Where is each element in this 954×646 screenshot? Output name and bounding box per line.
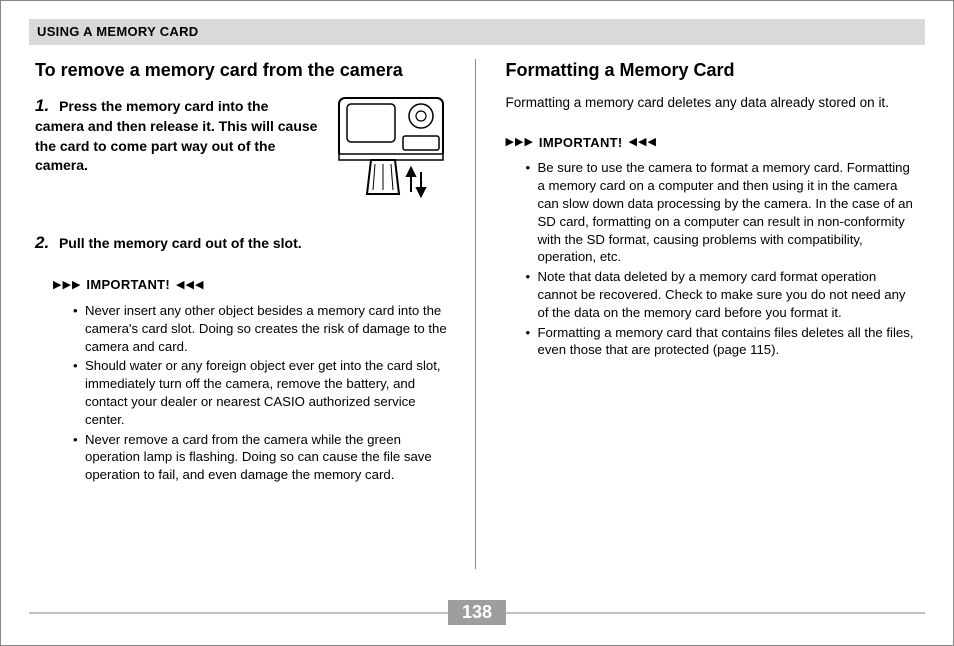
step-1: 1. Press the memory card into the camera… — [35, 94, 449, 204]
important-heading-left: ▶▶▶ IMPORTANT! ◀◀◀ — [53, 276, 449, 294]
triangle-right-icon: ▶▶▶ — [506, 137, 533, 148]
step-1-number: 1. — [35, 96, 49, 115]
two-column-layout: To remove a memory card from the camera … — [29, 59, 925, 569]
page-number: 138 — [448, 600, 506, 625]
left-bullet-list: Never insert any other object besides a … — [73, 302, 449, 484]
triangle-left-icon: ◀◀◀ — [629, 137, 656, 148]
important-heading-right: ▶▶▶ IMPORTANT! ◀◀◀ — [506, 134, 920, 152]
important-label-right: IMPORTANT! — [539, 134, 623, 152]
step-2-text: Pull the memory card out of the slot. — [59, 235, 302, 251]
step-2: 2. Pull the memory card out of the slot. — [35, 232, 449, 255]
step-1-text-block: 1. Press the memory card into the camera… — [35, 94, 321, 204]
list-item: Formatting a memory card that contains f… — [526, 324, 920, 360]
right-intro: Formatting a memory card deletes any dat… — [506, 94, 920, 112]
triangle-right-icon: ▶▶▶ — [53, 280, 80, 291]
list-item: Should water or any foreign object ever … — [73, 357, 449, 428]
footer-rule-left — [29, 612, 448, 614]
section-header-text: USING A MEMORY CARD — [37, 24, 198, 39]
list-item: Note that data deleted by a memory card … — [526, 268, 920, 321]
step-1-text: Press the memory card into the camera an… — [35, 98, 317, 174]
list-item: Never insert any other object besides a … — [73, 302, 449, 355]
list-item: Never remove a card from the camera whil… — [73, 431, 449, 484]
page-footer: 138 — [29, 600, 925, 625]
step-2-number: 2. — [35, 233, 49, 252]
left-column: To remove a memory card from the camera … — [29, 59, 465, 569]
triangle-left-icon: ◀◀◀ — [176, 280, 203, 291]
column-divider — [475, 59, 476, 569]
section-header: USING A MEMORY CARD — [29, 19, 925, 45]
important-label-left: IMPORTANT! — [86, 276, 170, 294]
right-title: Formatting a Memory Card — [506, 59, 920, 82]
camera-card-illustration — [333, 94, 449, 204]
page: USING A MEMORY CARD To remove a memory c… — [1, 1, 953, 569]
footer-rule-right — [506, 612, 925, 614]
left-title: To remove a memory card from the camera — [35, 59, 449, 82]
right-bullet-list: Be sure to use the camera to format a me… — [526, 159, 920, 359]
right-column: Formatting a Memory Card Formatting a me… — [486, 59, 926, 569]
list-item: Be sure to use the camera to format a me… — [526, 159, 920, 266]
